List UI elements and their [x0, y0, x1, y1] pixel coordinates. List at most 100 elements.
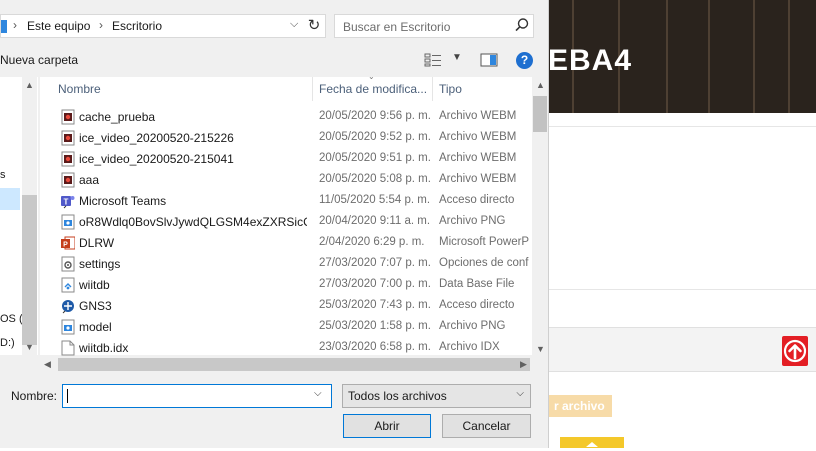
file-row[interactable]: wiitdb 27/03/2020 7:00 p. m. Data Base F… — [55, 275, 529, 296]
file-type: Archivo PNG — [439, 215, 506, 227]
scroll-down-arrow-icon[interactable]: ▼ — [536, 344, 545, 354]
computer-icon — [1, 20, 7, 33]
column-header-name[interactable]: Nombre — [58, 82, 101, 96]
webm-file-icon — [61, 151, 75, 167]
filename-input[interactable] — [62, 384, 332, 408]
file-name: oR8Wdlq0BovSlvJywdQLGSM4exZXRSicCrX... — [79, 215, 307, 229]
webm-file-icon — [61, 172, 75, 188]
chevron-down-icon[interactable]: ⌵ — [314, 388, 322, 399]
file-name: ice_video_20200520-215041 — [79, 152, 234, 166]
scroll-up-arrow-icon[interactable]: ▲ — [536, 80, 545, 90]
file-type-filter-select[interactable]: Todos los archivos ⌵ — [342, 384, 531, 408]
refresh-button[interactable]: ↻ — [302, 14, 326, 38]
database-file-icon — [61, 277, 75, 293]
search-placeholder: Buscar en Escritorio — [343, 20, 451, 34]
png-file-icon — [61, 214, 75, 230]
file-date: 20/05/2020 9:56 p. m. — [319, 110, 431, 122]
file-date: 20/04/2020 9:11 a. m. — [319, 215, 431, 227]
file-date: 27/03/2020 7:07 p. m. — [319, 257, 431, 269]
new-folder-button[interactable]: Nueva carpeta — [0, 53, 78, 67]
file-type: Data Base File — [439, 278, 515, 290]
address-history-dropdown[interactable]: ⌵ — [290, 18, 298, 31]
divider — [548, 126, 816, 127]
scroll-left-arrow-icon[interactable]: ◀ — [44, 359, 51, 370]
background-bar — [548, 327, 816, 372]
file-name: Microsoft Teams — [79, 194, 167, 208]
column-header-type[interactable]: Tipo — [439, 82, 462, 96]
address-bar[interactable]: › Este equipo › Escritorio — [0, 14, 326, 38]
breadcrumb-escritorio[interactable]: Escritorio — [112, 19, 162, 33]
column-divider[interactable] — [432, 77, 433, 101]
file-date: 20/05/2020 5:08 p. m. — [319, 173, 431, 185]
file-row[interactable]: GNS3 25/03/2020 7:43 p. m. Acceso direct… — [55, 296, 529, 317]
file-type: Acceso directo — [439, 299, 515, 311]
open-button[interactable]: Abrir — [343, 414, 431, 438]
png-file-icon — [61, 319, 75, 335]
file-row[interactable]: aaa 20/05/2020 5:08 p. m. Archivo WEBM — [55, 170, 529, 191]
column-divider[interactable] — [312, 77, 313, 101]
file-row[interactable]: T Microsoft Teams 11/05/2020 5:54 p. m. … — [55, 191, 529, 212]
search-input[interactable]: Buscar en Escritorio — [334, 14, 534, 38]
file-type: Archivo WEBM — [439, 173, 517, 185]
file-row[interactable]: oR8Wdlq0BovSlvJywdQLGSM4exZXRSicCrX... 2… — [55, 212, 529, 233]
file-name: wiitdb — [79, 278, 110, 292]
chevron-down-icon: ⌵ — [516, 388, 524, 399]
file-date: 11/05/2020 5:54 p. m. — [319, 194, 431, 206]
scroll-up-arrow-icon[interactable]: ▲ — [25, 80, 34, 90]
sort-chevron-icon: ⌄ — [368, 72, 375, 81]
horizontal-scrollbar-thumb[interactable] — [58, 358, 530, 371]
vertical-scrollbar-thumb[interactable] — [533, 96, 547, 132]
background-yellow-button[interactable] — [560, 437, 624, 448]
nav-selected-item[interactable] — [0, 188, 20, 210]
file-type: Opciones de configuración — [439, 257, 529, 269]
filename-label: Nombre: — [11, 389, 58, 403]
file-row[interactable]: ice_video_20200520-215226 20/05/2020 9:5… — [55, 128, 529, 149]
file-row[interactable]: ice_video_20200520-215041 20/05/2020 9:5… — [55, 149, 529, 170]
scroll-to-top-button[interactable] — [782, 336, 808, 366]
file-row[interactable]: P DLRW 2/04/2020 6:29 p. m. Microsoft Po… — [55, 233, 529, 254]
webm-file-icon — [61, 130, 75, 146]
nav-scrollbar-thumb[interactable] — [22, 195, 37, 345]
help-icon[interactable]: ? — [516, 52, 533, 69]
file-date: 20/05/2020 9:52 p. m. — [319, 131, 431, 143]
preview-pane-icon[interactable] — [480, 53, 498, 70]
file-name: ice_video_20200520-215226 — [79, 131, 234, 145]
background-page-title: EBA4 — [548, 44, 633, 77]
search-icon[interactable] — [514, 17, 530, 33]
cancel-button[interactable]: Cancelar — [442, 414, 531, 438]
nav-item[interactable]: s — [0, 169, 6, 181]
file-date: 27/03/2020 7:00 p. m. — [319, 278, 431, 290]
file-date: 2/04/2020 6:29 p. m. — [319, 236, 425, 248]
file-icon — [61, 340, 75, 356]
file-type-filter-value: Todos los archivos — [348, 389, 447, 403]
column-header-date[interactable]: Fecha de modifica... — [319, 82, 427, 96]
teams-icon: T — [61, 193, 75, 209]
refresh-icon: ↻ — [307, 17, 321, 34]
powerpoint-icon: P — [61, 235, 76, 251]
nav-item-d-drive[interactable]: D:) — [0, 337, 15, 349]
scroll-down-arrow-icon[interactable]: ▼ — [25, 342, 34, 352]
view-options-icon[interactable] — [424, 53, 442, 70]
webm-file-icon — [61, 109, 75, 125]
chevron-right-icon: › — [13, 18, 17, 32]
file-type: Archivo IDX — [439, 341, 500, 353]
chevron-right-icon: › — [99, 18, 103, 32]
file-row[interactable]: cache_prueba 20/05/2020 9:56 p. m. Archi… — [55, 107, 529, 128]
file-date: 23/03/2020 6:58 p. m. — [319, 341, 431, 353]
divider — [548, 289, 816, 290]
view-dropdown-icon[interactable]: ▼ — [452, 52, 462, 63]
file-name: aaa — [79, 173, 100, 187]
background-file-button[interactable]: r archivo — [548, 395, 612, 417]
file-row[interactable]: model 25/03/2020 1:58 p. m. Archivo PNG — [55, 317, 529, 338]
arrow-up-circle-icon — [783, 339, 807, 363]
file-type: Acceso directo — [439, 194, 515, 206]
breadcrumb-este-equipo[interactable]: Este equipo — [27, 19, 90, 33]
scroll-right-arrow-icon[interactable]: ▶ — [520, 359, 527, 370]
file-name: GNS3 — [79, 299, 112, 313]
file-type: Archivo WEBM — [439, 110, 517, 122]
file-type: Archivo WEBM — [439, 152, 517, 164]
file-type: Archivo PNG — [439, 320, 506, 332]
file-name: wiitdb.idx — [79, 341, 129, 355]
file-row[interactable]: settings 27/03/2020 7:07 p. m. Opciones … — [55, 254, 529, 275]
file-name: cache_prueba — [79, 110, 156, 124]
